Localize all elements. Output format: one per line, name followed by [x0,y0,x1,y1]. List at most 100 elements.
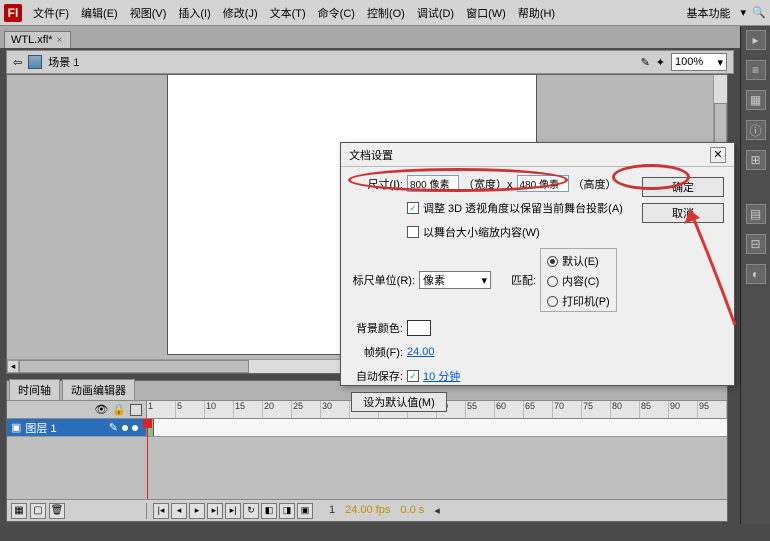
scroll-left-icon[interactable]: ◂ [7,360,19,373]
close-icon[interactable]: × [57,35,63,46]
panel-color-icon[interactable]: ◐ [746,264,766,284]
timeline-footer: ▦ ▢ 🗑 |◂ ◂ ▸ ▸| ▸| ↻ ◧ ◨ ▣ 1 24.00 fps 0… [7,499,727,521]
first-frame-icon[interactable]: |◂ [153,503,169,519]
menu-modify[interactable]: 修改(J) [218,3,263,23]
menu-command[interactable]: 命令(C) [313,3,360,23]
match-content-label: 内容(C) [562,273,599,289]
adjust-3d-checkbox[interactable]: ✓ [407,202,419,214]
set-default-button[interactable]: 设为默认值(M) [351,392,447,412]
menu-control[interactable]: 控制(O) [362,3,410,23]
symbol-icon[interactable]: ✦ [656,56,665,69]
onion-outline-icon[interactable]: ◨ [279,503,295,519]
zoom-input[interactable]: 100% ▾ [671,53,727,71]
bg-label: 背景颜色: [351,320,403,336]
scene-bar: ⇦ 场景 1 ✎ ✦ 100% ▾ [6,50,734,74]
width-suffix: （宽度）x [463,176,513,192]
menu-window[interactable]: 窗口(W) [461,3,511,23]
scene-icon [28,55,42,69]
panel-expand-icon[interactable]: ▸ [746,30,766,50]
tab-timeline[interactable]: 时间轴 [9,379,60,400]
menu-debug[interactable]: 调试(D) [412,3,459,23]
match-content-radio[interactable] [547,276,558,287]
edit-scene-icon[interactable]: ✎ [641,56,650,69]
autosave-label: 自动保存: [351,368,403,384]
new-layer-icon[interactable]: ▦ [11,503,27,519]
ruler-tick: 25 [292,401,321,418]
onion-skin-icon[interactable]: ◧ [261,503,277,519]
panel-swatches-icon[interactable]: ▤ [746,204,766,224]
ruler-label: 标尺单位(R): [351,272,415,288]
match-default-label: 默认(E) [562,253,599,269]
size-label: 尺寸(I): [351,176,403,192]
bg-color-swatch[interactable] [407,320,431,336]
layer-name[interactable]: ▣ 图层 1 ✎ [7,419,147,436]
adjust-3d-label: 调整 3D 透视角度以保留当前舞台投影(A) [423,200,623,216]
layer-buttons: ▦ ▢ 🗑 [7,503,147,519]
workspace-dropdown-icon[interactable]: ▾ [740,6,746,19]
width-input[interactable]: 800 像素 [407,175,459,192]
height-input[interactable]: 480 像素 [517,175,569,192]
ok-button[interactable]: 确定 [642,177,724,197]
scale-content-label: 以舞台大小缩放内容(W) [423,224,540,240]
ruler-tick: 10 [205,401,234,418]
layer-column-head: 👁 🔒 [7,401,147,418]
delete-layer-icon[interactable]: 🗑 [49,503,65,519]
match-printer-radio[interactable] [547,296,558,307]
menu-view[interactable]: 视图(V) [125,3,172,23]
edit-multi-icon[interactable]: ▣ [297,503,313,519]
menu-file[interactable]: 文件(F) [28,3,74,23]
autosave-value[interactable]: 10 分钟 [423,368,460,384]
panel-library-icon[interactable]: ▦ [746,90,766,110]
lock-icon[interactable]: 🔒 [112,403,126,416]
back-icon[interactable]: ⇦ [13,56,22,69]
panel-transform-icon[interactable]: ⊞ [746,150,766,170]
autosave-checkbox[interactable]: ✓ [407,370,419,382]
panel-properties-icon[interactable]: ≡ [746,60,766,80]
menu-insert[interactable]: 插入(I) [173,3,215,23]
match-label: 匹配: [511,272,536,288]
loop-icon[interactable]: ↻ [243,503,259,519]
document-settings-dialog: 文档设置 ✕ 尺寸(I): 800 像素 （宽度）x 480 像素 （高度） ✓… [340,142,735,386]
eye-icon[interactable]: 👁 [94,403,108,416]
dialog-close-icon[interactable]: ✕ [710,147,726,163]
tab-motion-editor[interactable]: 动画编辑器 [62,379,135,400]
chevron-down-icon: ▾ [481,274,487,287]
menu-help[interactable]: 帮助(H) [513,3,560,23]
time-display: 0.0 s [400,504,424,517]
match-printer-label: 打印机(P) [562,293,610,309]
layer-label: 图层 1 [25,420,56,436]
match-default-radio[interactable] [547,256,558,267]
menu-text[interactable]: 文本(T) [265,3,311,23]
last-frame-icon[interactable]: ▸| [225,503,241,519]
menu-edit[interactable]: 编辑(E) [76,3,123,23]
menu-bar: Fl 文件(F) 编辑(E) 视图(V) 插入(I) 修改(J) 文本(T) 命… [0,0,770,26]
chevron-down-icon: ▾ [717,56,723,69]
scene-label: 场景 1 [48,54,79,70]
playback-controls: |◂ ◂ ▸ ▸| ▸| ↻ ◧ ◨ ▣ [147,503,319,519]
scale-content-checkbox[interactable] [407,226,419,238]
fps-input[interactable]: 24.00 [407,346,435,358]
height-suffix: （高度） [573,176,617,192]
right-panels: ▸ ≡ ▦ ⓘ ⊞ ▤ ⊟ ◐ [740,26,770,524]
dialog-title: 文档设置 [349,147,393,163]
panel-info-icon[interactable]: ⓘ [746,120,766,140]
panel-align-icon[interactable]: ⊟ [746,234,766,254]
outline-icon[interactable] [130,404,142,416]
search-icon[interactable]: 🔍 [752,6,766,20]
scroll-h-thumb[interactable] [19,360,249,373]
file-tab[interactable]: WTL.xfl* × [4,31,71,48]
ruler-tick: 5 [176,401,205,418]
new-folder-icon[interactable]: ▢ [30,503,46,519]
next-frame-icon[interactable]: ▸| [207,503,223,519]
ruler-unit-select[interactable]: 像素 ▾ [419,271,491,289]
match-group: 默认(E) 内容(C) 打印机(P) [540,248,617,312]
dialog-titlebar[interactable]: 文档设置 ✕ [341,143,734,167]
prev-frame-icon[interactable]: ◂ [171,503,187,519]
fps-display: 24.00 fps [345,504,390,517]
ruler-tick: 20 [263,401,292,418]
play-icon[interactable]: ▸ [189,503,205,519]
workspace-switcher[interactable]: 基本功能 [682,3,734,23]
playhead[interactable] [147,419,148,499]
timeline-body: ▣ 图层 1 ✎ [7,419,727,499]
cancel-button[interactable]: 取消 [642,203,724,223]
